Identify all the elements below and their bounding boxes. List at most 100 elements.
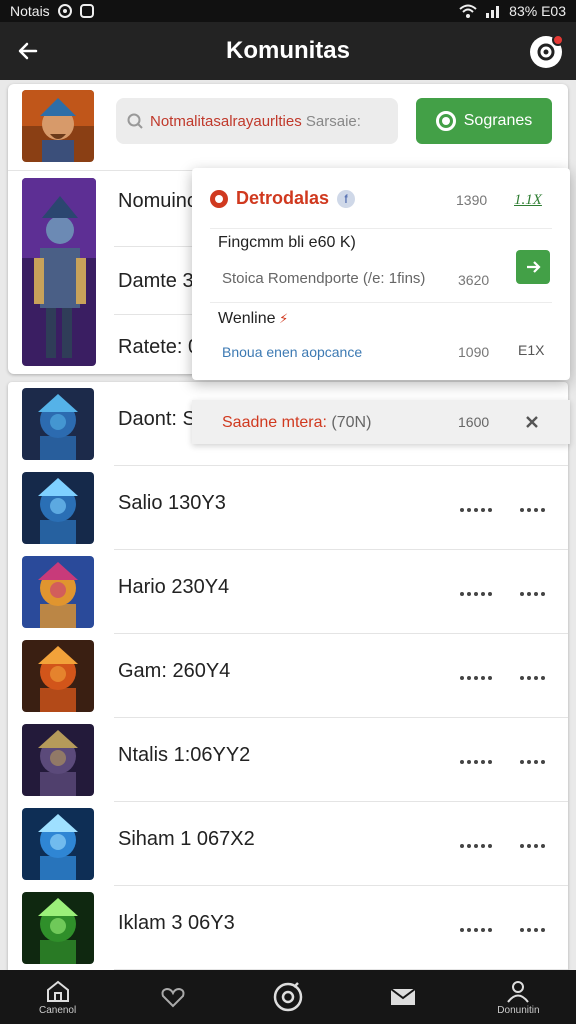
member-avatar[interactable] bbox=[22, 556, 94, 628]
more-options-icon[interactable] bbox=[460, 674, 494, 682]
member-avatar[interactable] bbox=[22, 640, 94, 712]
close-button[interactable] bbox=[522, 412, 542, 432]
bottom-nav: Canenol Donunitin bbox=[0, 970, 576, 1024]
popup-line-1: Fingcmm bli e60 K) bbox=[218, 234, 356, 251]
overflow-menu-icon[interactable] bbox=[520, 758, 554, 766]
signal-icon bbox=[485, 4, 501, 18]
card-row-label: Nomuinc bbox=[118, 190, 197, 212]
status-bar: Notais 83% E03 bbox=[0, 0, 576, 22]
member-name: Ntalis 1:06YY2 bbox=[118, 744, 251, 766]
member-avatar[interactable] bbox=[22, 808, 94, 880]
popup-line-4[interactable]: Bnoua enen aopcance bbox=[222, 344, 362, 360]
info-icon[interactable]: f bbox=[337, 189, 356, 208]
card-row-label: Damte 3 bbox=[118, 270, 194, 292]
nav-home[interactable]: Canenol bbox=[0, 970, 115, 1024]
member-name: Hario 230Y4 bbox=[118, 576, 230, 598]
more-options-icon[interactable] bbox=[460, 926, 494, 934]
arrow-left-icon bbox=[18, 42, 38, 60]
highlight-strip[interactable]: Saadne mtera: (70N) 1600 bbox=[192, 400, 570, 444]
nav-profile-label: Donunitin bbox=[497, 1004, 540, 1016]
notifications-button[interactable] bbox=[530, 34, 564, 68]
notification-icon bbox=[57, 4, 72, 18]
bell-icon bbox=[537, 43, 555, 61]
send-button[interactable] bbox=[516, 250, 550, 284]
member-avatar[interactable] bbox=[22, 892, 94, 964]
wifi-icon bbox=[459, 4, 477, 18]
list-item[interactable]: Gam: 260Y4 bbox=[8, 634, 568, 718]
close-icon bbox=[526, 416, 538, 428]
community-avatar[interactable] bbox=[22, 90, 94, 162]
battery-text: 83% E03 bbox=[509, 3, 566, 19]
list-item[interactable]: Iklam 3 06Y3 bbox=[8, 886, 568, 970]
nav-favorites[interactable] bbox=[115, 970, 230, 1024]
compass-icon bbox=[273, 982, 303, 1012]
home-icon bbox=[46, 980, 69, 1002]
notification-dot bbox=[552, 34, 564, 46]
search-placeholder-secondary: Sarsaie: bbox=[305, 112, 361, 130]
popup-count: 1390 bbox=[456, 192, 488, 208]
overflow-menu-icon[interactable] bbox=[520, 926, 554, 934]
search-placeholder: Notmalitasalrayaurlties bbox=[150, 112, 302, 130]
send-icon bbox=[527, 261, 541, 273]
list-item[interactable]: Salio 130Y3 bbox=[8, 466, 568, 550]
app-icon bbox=[79, 4, 94, 18]
back-button[interactable] bbox=[0, 22, 56, 80]
app-bar: Komunitas bbox=[0, 22, 576, 80]
member-name: Siham 1 067X2 bbox=[118, 828, 255, 850]
nav-home-label: Canenol bbox=[38, 1004, 77, 1016]
mail-icon bbox=[390, 988, 416, 1005]
page-title: Komunitas bbox=[225, 37, 350, 64]
member-avatar[interactable] bbox=[22, 388, 94, 460]
strip-number: 1600 bbox=[458, 414, 490, 430]
member-name: Iklam 3 06Y3 bbox=[118, 912, 235, 934]
popup-title: Detrodalas bbox=[236, 188, 330, 208]
member-name: Salio 130Y3 bbox=[118, 492, 226, 514]
member-avatar[interactable] bbox=[22, 472, 94, 544]
join-button-label: Sogranes bbox=[463, 112, 533, 129]
more-options-icon[interactable] bbox=[460, 506, 494, 514]
member-name: Daont: S bbox=[118, 408, 196, 430]
list-item[interactable]: Hario 230Y4 bbox=[8, 550, 568, 634]
overflow-menu-icon[interactable] bbox=[520, 590, 554, 598]
search-input[interactable]: Notmalitasalrayaurlties Sarsaie: bbox=[116, 98, 398, 144]
details-popup: Detrodalas f 1390 1.1X Fingcmm bli e60 K… bbox=[192, 168, 570, 380]
popup-line-2-number: 3620 bbox=[458, 272, 490, 288]
popup-line-2: Stoica Romendporte (/e: 1fins) bbox=[222, 270, 426, 287]
nav-messages[interactable] bbox=[346, 970, 461, 1024]
list-item[interactable]: Siham 1 067X2 bbox=[8, 802, 568, 886]
carrier-label: Notais bbox=[10, 3, 50, 19]
more-options-icon[interactable] bbox=[460, 758, 494, 766]
overflow-menu-icon[interactable] bbox=[520, 506, 554, 514]
more-options-icon[interactable] bbox=[460, 842, 494, 850]
nav-explore[interactable] bbox=[230, 970, 345, 1024]
popup-header: Detrodalas f bbox=[210, 188, 356, 209]
member-list: Daont: S Salio 130Y3 Hario 230Y4 Gam: 260Y4… bbox=[8, 382, 568, 970]
popup-line-3: Wenline ⚡ bbox=[218, 310, 288, 328]
strip-label-number: (70N) bbox=[331, 414, 372, 431]
member-name: Gam: 260Y4 bbox=[118, 660, 231, 682]
strip-label: Saadne mtera: (70N) bbox=[222, 414, 371, 432]
nav-profile[interactable]: Donunitin bbox=[461, 970, 576, 1024]
strip-label-text: Saadne mtera: bbox=[222, 414, 332, 431]
search-icon bbox=[127, 113, 143, 129]
join-button[interactable]: Sogranes bbox=[416, 98, 552, 144]
overflow-menu-icon[interactable] bbox=[520, 842, 554, 850]
featured-hero-image[interactable] bbox=[22, 178, 96, 366]
popup-line-3-text: Wenline bbox=[218, 310, 276, 327]
heart-icon bbox=[161, 987, 185, 1008]
popup-link[interactable]: 1.1X bbox=[514, 192, 542, 209]
popup-line-4-number: 1090 bbox=[458, 344, 490, 360]
more-options-icon[interactable] bbox=[460, 590, 494, 598]
popup-line-4-tail: E1X bbox=[518, 342, 545, 358]
radio-icon bbox=[435, 111, 456, 131]
profile-icon bbox=[507, 980, 530, 1003]
divider bbox=[210, 228, 552, 229]
list-item[interactable]: Ntalis 1:06YY2 bbox=[8, 718, 568, 802]
member-avatar[interactable] bbox=[22, 724, 94, 796]
divider bbox=[210, 302, 552, 303]
overflow-menu-icon[interactable] bbox=[520, 674, 554, 682]
bolt-icon: ⚡ bbox=[275, 311, 289, 326]
main-content: Notmalitasalrayaurlties Sarsaie: Sograne… bbox=[0, 80, 576, 970]
record-icon bbox=[210, 189, 228, 208]
card-row-label: Ratete: 0 bbox=[118, 336, 200, 358]
